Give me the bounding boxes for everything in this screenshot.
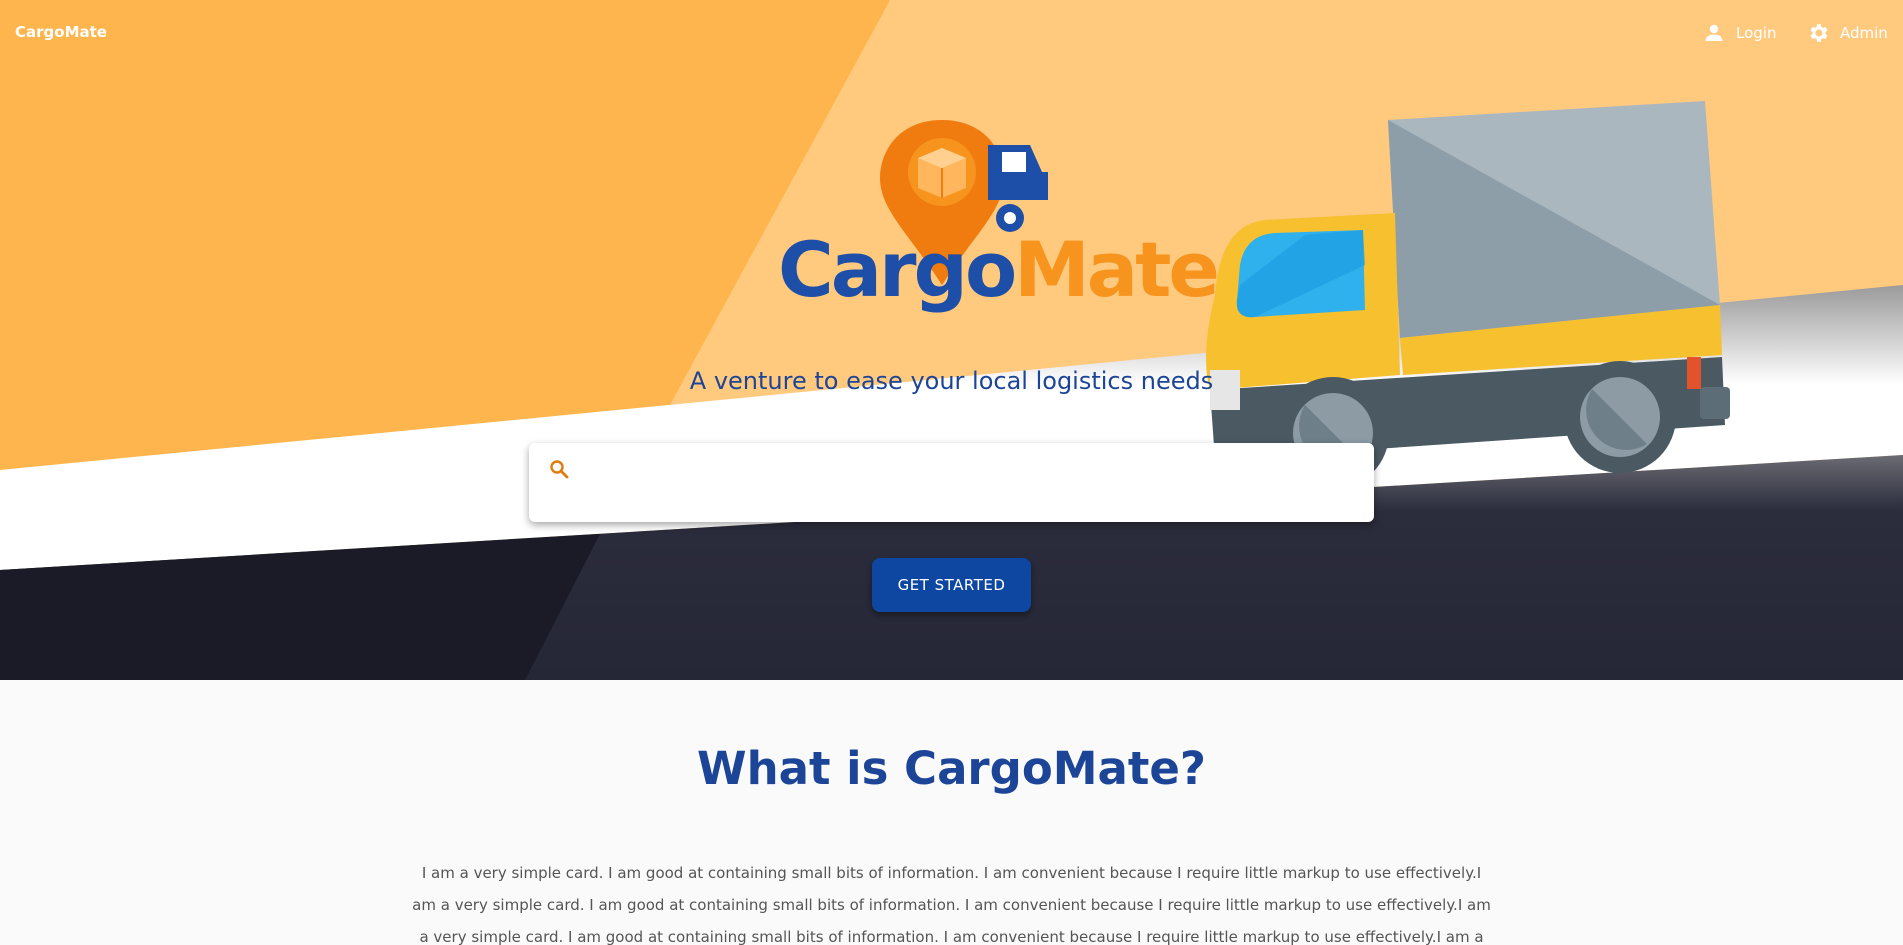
admin-link[interactable]: Admin <box>1806 20 1888 46</box>
login-link[interactable]: Login <box>1702 20 1776 46</box>
admin-label: Admin <box>1840 24 1888 42</box>
top-navbar: CargoMate Login Admin <box>0 0 1903 64</box>
hero-tagline: A venture to ease your local logistics n… <box>689 367 1214 395</box>
logo-word-mate: Mate <box>1014 225 1220 314</box>
truck-illustration <box>1206 101 1730 485</box>
brand-link[interactable]: CargoMate <box>15 23 107 41</box>
person-icon <box>1705 24 1723 41</box>
cargomate-logo: CargoMate <box>770 110 1220 325</box>
logo-wordmark: CargoMate <box>778 225 1220 314</box>
search-input[interactable] <box>585 453 1355 485</box>
about-body: I am a very simple card. I am good at co… <box>412 864 1491 945</box>
gear-icon <box>1810 24 1828 42</box>
search-icon <box>550 460 569 479</box>
logo-word-cargo: Cargo <box>778 225 1017 314</box>
search-bar <box>529 443 1374 522</box>
about-title: What is CargoMate? <box>696 742 1207 795</box>
get-started-button[interactable]: GET STARTED <box>872 558 1031 612</box>
login-label: Login <box>1736 24 1777 42</box>
